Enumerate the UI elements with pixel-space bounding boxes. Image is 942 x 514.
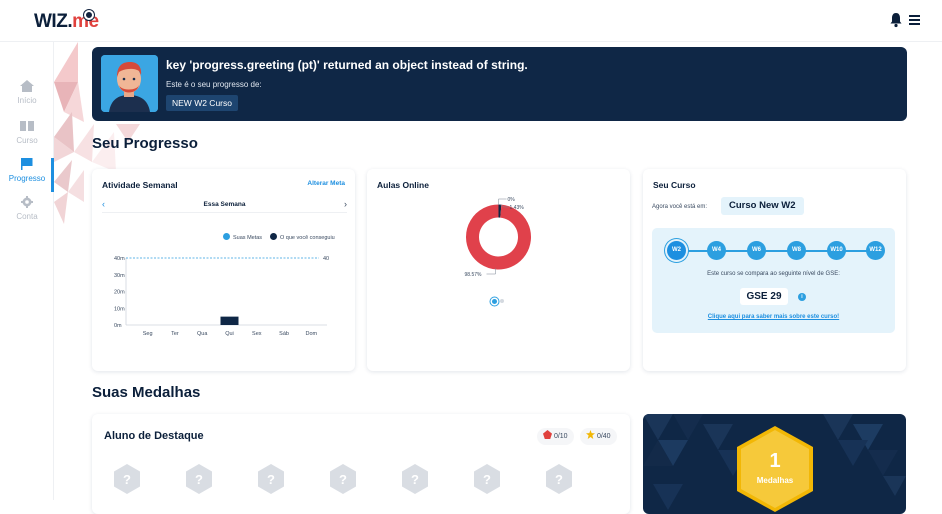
logo-dot-icon	[84, 10, 94, 20]
x-tick-label: Sáb	[279, 331, 289, 337]
your-course-card: Seu Curso Agora você está em: Curso New …	[643, 169, 906, 371]
sidebar: Início Curso Progresso Conta	[0, 42, 54, 500]
current-course-chip: Curso New W2	[721, 197, 804, 215]
top-bar: WIZ.me	[0, 0, 942, 42]
legend-achieved-dot	[270, 233, 277, 240]
y-tick-label: 20m	[114, 290, 125, 296]
svg-text:?: ?	[195, 472, 203, 487]
gse-chip: GSE 29	[740, 288, 788, 305]
sidebar-item-inicio[interactable]: Início	[0, 80, 54, 120]
banner-title: key 'progress.greeting (pt)' returned an…	[166, 58, 528, 72]
medals-count: 1	[737, 450, 813, 473]
sidebar-item-label: Progresso	[0, 174, 54, 183]
y-tick-label: 0m	[114, 323, 122, 329]
medal-placeholder-icon: ?	[258, 464, 284, 494]
step-w4[interactable]: W4	[707, 241, 726, 260]
slice-label: 1.43%	[510, 205, 525, 211]
featured-student-title: Aluno de Destaque	[104, 430, 204, 442]
y-tick-label: 40m	[114, 256, 125, 262]
step-w8[interactable]: W8	[787, 241, 806, 260]
carousel-dot-active[interactable]	[492, 299, 497, 304]
gold-medal-badge: 0/40	[580, 428, 617, 445]
sidebar-item-label: Início	[0, 96, 54, 105]
donut-slice-2	[473, 211, 525, 263]
medals-label: Medalhas	[737, 476, 813, 485]
legend-goals: Suas Metas	[223, 233, 262, 241]
x-tick-label: Qua	[197, 331, 208, 337]
slice-leader-line	[499, 199, 507, 205]
featured-student-card: Aluno de Destaque 0/10 0/40 ???????	[92, 414, 630, 514]
gear-icon	[20, 196, 34, 208]
course-chip: NEW W2 Curso	[166, 95, 238, 111]
online-classes-donut-chart: 0% 1.43% 98.57%	[367, 197, 630, 287]
book-icon	[20, 120, 34, 132]
flag-icon	[20, 158, 34, 170]
slice-label: 0%	[508, 197, 516, 203]
goal-value-label: 40	[323, 256, 329, 262]
x-tick-label: Ter	[171, 331, 179, 337]
current-course-label: Agora você está em:	[652, 204, 707, 210]
legend-goals-dot	[223, 233, 230, 240]
weekly-activity-chart: 0m 10m 20m 30m 40m 40 Seg Ter Qua Qui Sex Sáb Dom	[92, 251, 355, 346]
red-medal-badge: 0/10	[537, 428, 574, 445]
sidebar-item-curso[interactable]: Curso	[0, 120, 54, 160]
weekly-activity-card: Atividade Semanal Alterar Meta ‹ Essa Se…	[92, 169, 355, 371]
week-navigator: ‹ Essa Semana ›	[102, 199, 347, 213]
next-week-arrow-icon[interactable]: ›	[344, 199, 347, 209]
medals-summary-card: 1 Medalhas	[643, 414, 906, 514]
carousel-dot[interactable]	[500, 299, 504, 303]
menu-icon[interactable]	[909, 15, 920, 25]
progress-section-title: Seu Progresso	[92, 135, 198, 152]
red-gem-icon	[543, 430, 552, 439]
svg-text:?: ?	[555, 472, 563, 487]
svg-text:?: ?	[267, 472, 275, 487]
avatar-illustration-icon	[101, 55, 158, 112]
your-course-title: Seu Curso	[653, 180, 696, 190]
sidebar-item-conta[interactable]: Conta	[0, 196, 54, 236]
sidebar-item-label: Curso	[0, 136, 54, 145]
medals-section-title: Suas Medalhas	[92, 384, 200, 401]
svg-text:?: ?	[339, 472, 347, 487]
medal-placeholder-icon: ?	[186, 464, 212, 494]
y-tick-label: 10m	[114, 306, 125, 312]
online-classes-card: Aulas Online 0% 1.43% 98.57%	[367, 169, 630, 371]
medal-placeholder-icon: ?	[114, 464, 140, 494]
sidebar-item-progresso[interactable]: Progresso	[0, 158, 54, 198]
change-goal-link[interactable]: Alterar Meta	[307, 180, 345, 187]
svg-text:?: ?	[483, 472, 491, 487]
bar-qui	[221, 317, 239, 325]
slice-label: 98.57%	[465, 272, 483, 278]
gold-star-icon	[586, 430, 595, 439]
step-w12[interactable]: W12	[866, 241, 885, 260]
course-stepper: W2 W4 W6 W8 W10 W12 Este curso se compar…	[652, 228, 895, 333]
week-label: Essa Semana	[102, 201, 347, 208]
online-classes-title: Aulas Online	[377, 180, 429, 190]
course-more-link[interactable]: Clique aqui para saber mais sobre este c…	[652, 314, 895, 320]
step-w6[interactable]: W6	[747, 241, 766, 260]
info-icon[interactable]: i	[798, 293, 806, 301]
weekly-activity-title: Atividade Semanal	[102, 180, 178, 190]
x-tick-label: Dom	[306, 331, 318, 337]
step-w2[interactable]: W2	[667, 241, 686, 260]
medal-placeholder-icon: ?	[474, 464, 500, 494]
banner-subtitle: Este é o seu progresso de:	[166, 80, 262, 89]
greeting-banner: key 'progress.greeting (pt)' returned an…	[92, 47, 907, 121]
medal-placeholder-icon: ?	[330, 464, 356, 494]
gse-compare-text: Este curso se compara ao seguinte nível …	[652, 271, 895, 277]
legend-achieved: O que você conseguiu	[270, 233, 335, 241]
x-tick-label: Qui	[225, 331, 234, 337]
svg-text:?: ?	[123, 472, 131, 487]
medal-placeholder-icon: ?	[402, 464, 428, 494]
x-tick-label: Sex	[252, 331, 262, 337]
bell-icon[interactable]	[889, 12, 903, 28]
step-w10[interactable]: W10	[827, 241, 846, 260]
svg-text:?: ?	[411, 472, 419, 487]
medal-placeholder-icon: ?	[546, 464, 572, 494]
x-tick-label: Seg	[143, 331, 153, 337]
y-tick-label: 30m	[114, 273, 125, 279]
sidebar-item-label: Conta	[0, 212, 54, 221]
avatar	[101, 55, 158, 112]
home-icon	[20, 80, 34, 92]
